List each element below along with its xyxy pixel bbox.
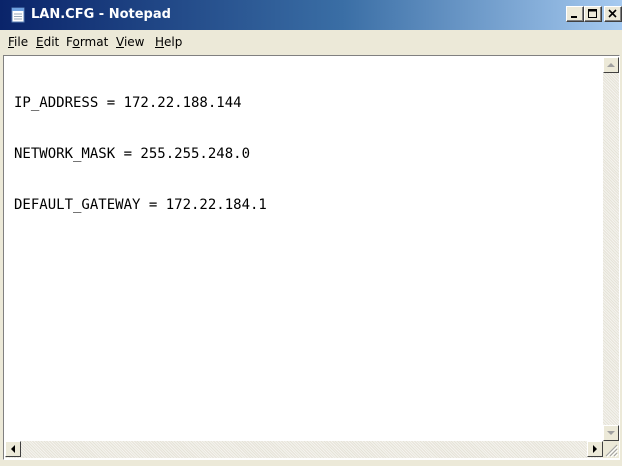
- minimize-button[interactable]: [566, 6, 584, 22]
- menu-file-label-post: ile: [14, 35, 29, 49]
- menu-view[interactable]: View: [116, 35, 144, 50]
- menu-help[interactable]: Help: [155, 35, 182, 50]
- vertical-scrollbar[interactable]: [603, 57, 619, 441]
- text-line: DEFAULT_GATEWAY = 172.22.184.1: [14, 197, 267, 213]
- title-bar[interactable]: LAN.CFG - Notepad: [0, 0, 622, 30]
- notepad-icon: [11, 7, 25, 23]
- scroll-up-button[interactable]: [603, 57, 619, 73]
- menu-view-label-post: iew: [123, 35, 145, 49]
- horizontal-scrollbar[interactable]: [5, 441, 603, 458]
- scroll-left-button[interactable]: [5, 441, 21, 457]
- window-title: LAN.CFG - Notepad: [31, 7, 171, 22]
- minimize-icon: [571, 16, 577, 18]
- menu-format-label-post: rmat: [79, 35, 109, 49]
- text-line: IP_ADDRESS = 172.22.188.144: [14, 95, 242, 111]
- arrow-right-icon: [593, 445, 597, 453]
- arrow-up-icon: [607, 63, 615, 67]
- menu-file[interactable]: File: [8, 35, 28, 50]
- menu-help-mnemonic: H: [155, 35, 165, 49]
- menu-edit-label-post: dit: [43, 35, 60, 49]
- menu-help-label-post: elp: [164, 35, 183, 49]
- menu-bar: File Edit Format View Help: [0, 31, 622, 53]
- menu-edit-mnemonic: E: [36, 35, 44, 49]
- menu-edit[interactable]: Edit: [36, 35, 59, 50]
- maximize-button[interactable]: [584, 6, 602, 22]
- resize-grip-icon: [605, 444, 619, 458]
- close-icon: [608, 9, 617, 18]
- menu-format-mnemonic: o: [72, 35, 80, 49]
- close-button[interactable]: [604, 6, 622, 22]
- arrow-down-icon: [607, 431, 615, 435]
- text-editor[interactable]: IP_ADDRESS = 172.22.188.144 NETWORK_MASK…: [14, 61, 594, 431]
- resize-grip[interactable]: [603, 441, 619, 458]
- scroll-right-button[interactable]: [587, 441, 603, 457]
- text-line: NETWORK_MASK = 255.255.248.0: [14, 146, 251, 162]
- menu-format[interactable]: Format: [66, 35, 108, 50]
- notepad-window: LAN.CFG - Notepad File Edit Format View …: [0, 0, 622, 466]
- maximize-icon: [588, 9, 597, 18]
- scroll-down-button[interactable]: [603, 425, 619, 441]
- menu-view-mnemonic: V: [116, 35, 124, 49]
- arrow-left-icon: [11, 445, 15, 453]
